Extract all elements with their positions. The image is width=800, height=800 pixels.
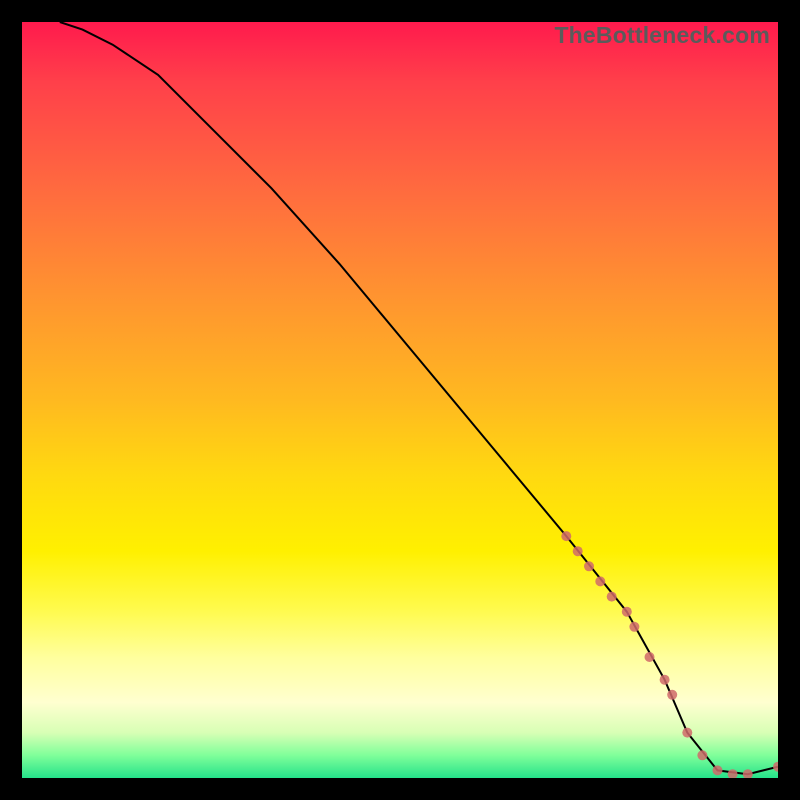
data-point <box>629 622 639 632</box>
data-point <box>584 561 594 571</box>
data-point <box>682 728 692 738</box>
data-point <box>561 531 571 541</box>
chart-frame: TheBottleneck.com <box>22 22 778 778</box>
data-point <box>622 607 632 617</box>
data-point <box>728 769 738 778</box>
chart-svg <box>22 22 778 778</box>
data-point <box>607 592 617 602</box>
curve-line <box>60 22 778 774</box>
data-point <box>713 765 723 775</box>
data-point <box>667 690 677 700</box>
data-point <box>645 652 655 662</box>
data-point <box>773 762 778 772</box>
data-point <box>595 576 605 586</box>
data-point <box>573 546 583 556</box>
bottleneck-curve <box>60 22 778 774</box>
data-point <box>660 675 670 685</box>
data-point <box>743 769 753 778</box>
data-point <box>697 750 707 760</box>
highlighted-points <box>561 531 778 778</box>
